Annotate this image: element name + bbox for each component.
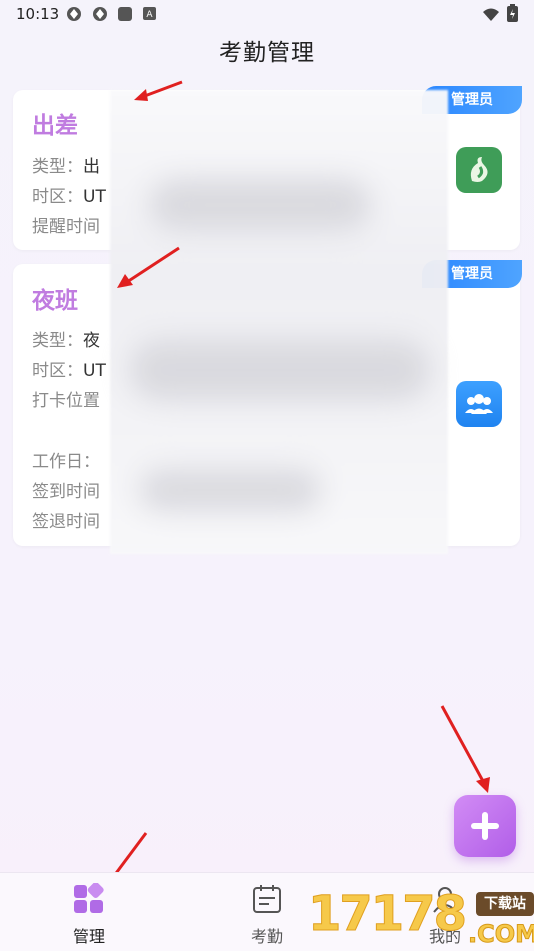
field-value: UT	[83, 361, 106, 381]
tab-attendance[interactable]: 考勤	[227, 883, 307, 947]
grid-icon	[74, 882, 104, 913]
annotation-arrow	[134, 80, 183, 101]
rule-field: 提醒时间	[32, 212, 100, 237]
field-value: 出	[83, 157, 100, 177]
rule-field: 签到时间	[32, 477, 100, 502]
field-label: 类型：	[32, 157, 83, 177]
field-label: 打卡位置	[32, 391, 100, 411]
field-label: 时区：	[32, 361, 83, 381]
watermark-domain: .COM	[467, 920, 534, 949]
status-time: 10:13	[16, 5, 60, 23]
field-label: 提醒时间	[32, 217, 100, 237]
rule-title: 出差	[32, 113, 78, 139]
watermark-number: 17178	[308, 886, 468, 943]
rule-field: 签退时间	[32, 507, 100, 532]
rule-app-icon	[456, 147, 502, 193]
keyboard-icon: A	[143, 7, 156, 20]
square-notification-icon	[118, 7, 132, 21]
rule-title: 夜班	[32, 288, 78, 314]
tab-manage[interactable]: 管理	[49, 882, 129, 947]
leaf-logo-icon	[470, 157, 488, 182]
battery-icon	[507, 4, 518, 22]
tab-label: 管理	[72, 927, 105, 946]
watermark-tag: 下载站	[476, 892, 534, 916]
field-label: 工作日：	[32, 452, 100, 472]
calendar-icon	[253, 885, 281, 913]
sync-icon	[67, 7, 81, 21]
field-value: UT	[83, 187, 106, 207]
add-rule-button[interactable]	[454, 795, 516, 857]
field-label: 签退时间	[32, 512, 100, 532]
rule-field: 时区：UT	[32, 182, 106, 207]
status-bar: 10:13 A	[0, 0, 534, 28]
rule-field: 类型：出	[32, 152, 100, 177]
group-users-icon	[465, 394, 493, 414]
rule-app-icon	[456, 381, 502, 427]
svg-text:A: A	[146, 10, 153, 20]
wifi-icon	[483, 8, 499, 21]
rule-field: 时区：UT	[32, 356, 106, 381]
blurred-content-mask	[110, 90, 448, 554]
tab-label: 考勤	[250, 927, 283, 946]
plus-icon	[471, 812, 499, 840]
annotation-arrow	[440, 705, 490, 793]
sync-icon	[93, 7, 107, 21]
rule-field: 打卡位置	[32, 386, 100, 411]
app-header: 考勤管理	[0, 28, 534, 78]
field-value: 夜	[83, 331, 100, 351]
field-label: 时区：	[32, 187, 83, 207]
rule-field: 类型：夜	[32, 326, 100, 351]
annotation-arrow	[117, 246, 180, 288]
page-title: 考勤管理	[219, 40, 315, 66]
field-label: 签到时间	[32, 482, 100, 502]
field-label: 类型：	[32, 331, 83, 351]
rule-field: 工作日：	[32, 447, 100, 472]
site-watermark: 17178 下载站 .COM	[308, 884, 534, 950]
